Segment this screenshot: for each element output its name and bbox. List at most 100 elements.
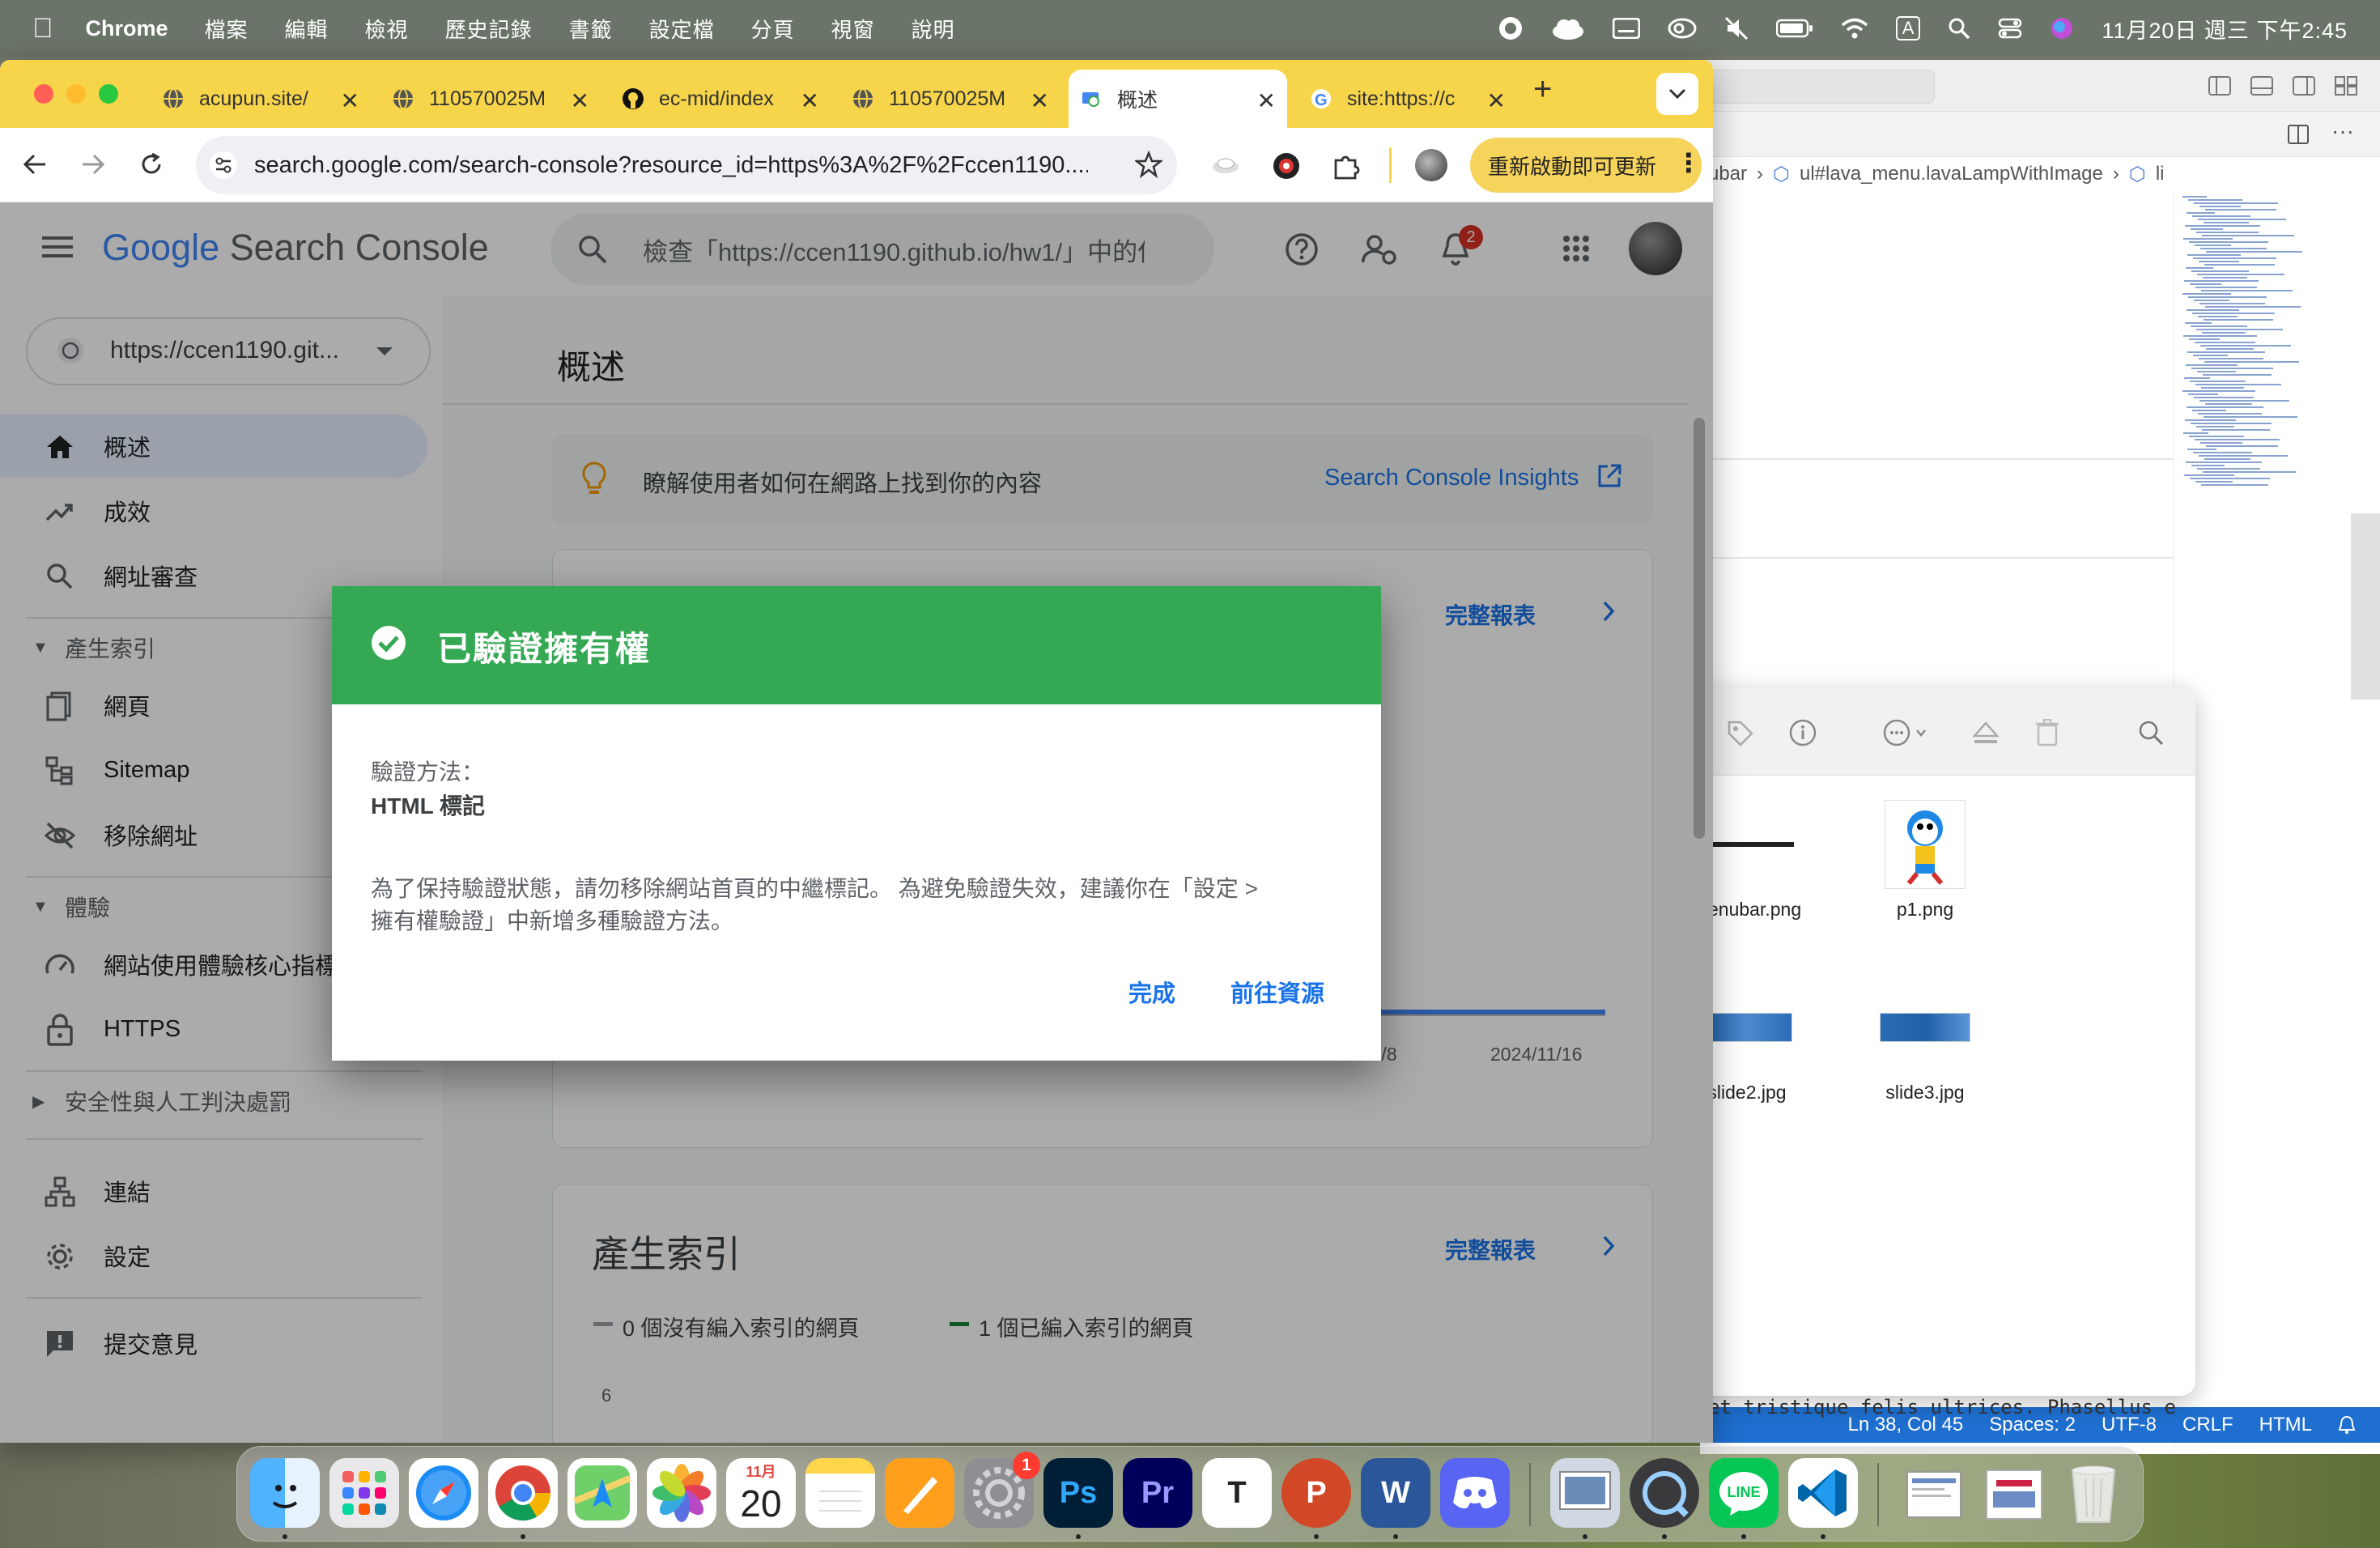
notes-app-icon[interactable] <box>805 1458 875 1528</box>
window-zoom-button[interactable] <box>99 84 118 104</box>
menubar-clock[interactable]: 11月20日 週三 下午2:45 <box>2102 13 2348 45</box>
premiere-app-icon[interactable]: Pr <box>1123 1458 1192 1528</box>
status-eol[interactable]: CRLF <box>2182 1414 2233 1436</box>
powerpoint-app-icon[interactable]: P <box>1281 1458 1351 1528</box>
editor-minimap[interactable] <box>2174 191 2380 1454</box>
control-center-icon[interactable] <box>1998 16 2022 40</box>
more-menu-icon[interactable]: ⋮ <box>1676 147 1702 178</box>
more-actions-icon[interactable]: ··· <box>2331 118 2354 144</box>
tab-close-icon[interactable]: ✕ <box>571 87 589 114</box>
toggle-primary-sidebar-icon[interactable] <box>2208 76 2231 96</box>
launchpad-app-icon[interactable] <box>329 1458 399 1528</box>
more-options-icon[interactable] <box>1883 719 1928 746</box>
vscode-app-icon[interactable] <box>1788 1458 1858 1528</box>
creative-cloud-icon[interactable] <box>1668 17 1697 40</box>
grammarly-icon[interactable] <box>1498 15 1524 41</box>
go-to-property-button[interactable]: 前往資源 <box>1230 975 1324 1009</box>
photos-app-icon[interactable] <box>647 1458 716 1528</box>
file-item[interactable]: slide3.jpg <box>1860 983 1990 1104</box>
quicktime-app-icon[interactable] <box>1630 1458 1699 1528</box>
photoshop-app-icon[interactable]: Ps <box>1043 1458 1113 1528</box>
battery-icon[interactable] <box>1775 19 1813 38</box>
editor-command-center[interactable] <box>1708 70 1935 104</box>
menu-history[interactable]: 歷史記錄 <box>445 14 533 44</box>
wifi-icon[interactable] <box>1841 17 1868 40</box>
documents-stack-icon[interactable] <box>1979 1458 2049 1528</box>
maps-app-icon[interactable] <box>567 1458 637 1528</box>
window-close-button[interactable] <box>34 84 53 104</box>
line-app-icon[interactable]: LINE <box>1709 1458 1779 1528</box>
info-icon[interactable] <box>1789 719 1817 746</box>
discord-app-icon[interactable] <box>1440 1458 1510 1528</box>
menu-view[interactable]: 檢視 <box>365 14 409 44</box>
finder-app-icon[interactable] <box>250 1458 320 1528</box>
typora-app-icon[interactable]: T <box>1202 1458 1272 1528</box>
trash-icon[interactable] <box>2035 719 2059 746</box>
menu-file[interactable]: 檔案 <box>205 14 249 44</box>
keyboard-icon[interactable] <box>1612 18 1640 39</box>
tab-search-button[interactable] <box>1656 73 1698 115</box>
spotlight-search-icon[interactable] <box>1948 17 1970 40</box>
word-app-icon[interactable]: W <box>1361 1458 1430 1528</box>
browser-tab[interactable]: acupun.site/ ✕ <box>151 70 371 128</box>
tab-close-icon[interactable]: ✕ <box>1031 87 1049 114</box>
toggle-panel-icon[interactable] <box>2250 76 2273 96</box>
tab-close-icon[interactable]: ✕ <box>801 87 819 114</box>
input-source-indicator[interactable]: A <box>1895 16 1921 40</box>
customize-layout-icon[interactable] <box>2335 76 2357 96</box>
safari-app-icon[interactable] <box>409 1458 478 1528</box>
siri-icon[interactable] <box>2050 16 2074 40</box>
notifications-bell-icon[interactable] <box>2338 1415 2356 1435</box>
tab-close-icon[interactable]: ✕ <box>1487 87 1506 114</box>
browser-tab[interactable]: 110570025M ✕ <box>840 70 1060 128</box>
browser-tab[interactable]: ec-mid/index ✕ <box>610 70 831 128</box>
screen-recorder-extension-icon[interactable] <box>1273 152 1300 180</box>
icloud-icon[interactable] <box>1551 17 1585 40</box>
tab-close-icon[interactable]: ✕ <box>1257 87 1276 114</box>
preview-app-icon[interactable] <box>1550 1458 1620 1528</box>
tab-close-icon[interactable]: ✕ <box>341 87 359 114</box>
menu-app-name[interactable]: Chrome <box>86 16 168 41</box>
menu-window[interactable]: 視窗 <box>831 14 875 44</box>
trash-app-icon[interactable] <box>2059 1458 2128 1528</box>
extensions-puzzle-icon[interactable] <box>1332 152 1360 180</box>
site-info-icon[interactable] <box>209 151 238 180</box>
done-button[interactable]: 完成 <box>1128 975 1175 1009</box>
apple-icon[interactable]:  <box>32 13 53 45</box>
breadcrumb-item[interactable]: li <box>2156 163 2165 185</box>
eject-icon[interactable] <box>1972 721 2000 745</box>
search-icon[interactable] <box>2137 719 2165 746</box>
browser-tab-active[interactable]: 概述 ✕ <box>1069 70 1287 128</box>
window-minimize-button[interactable] <box>66 84 86 104</box>
tag-icon[interactable] <box>1726 719 1755 748</box>
url-text[interactable]: search.google.com/search-console?resourc… <box>254 152 1088 179</box>
back-icon[interactable] <box>23 152 47 176</box>
update-chrome-button[interactable]: 重新啟動即可更新 ⋮ <box>1470 138 1702 193</box>
profile-avatar[interactable] <box>1415 149 1447 181</box>
address-bar[interactable]: search.google.com/search-console?resourc… <box>196 136 1177 194</box>
minimap-slider[interactable] <box>2351 513 2380 700</box>
system-settings-app-icon[interactable]: 1 <box>964 1452 1040 1528</box>
extension-icon[interactable] <box>1211 154 1240 176</box>
calendar-app-icon[interactable]: 11月 20 <box>726 1458 796 1528</box>
forward-icon[interactable] <box>81 152 105 176</box>
reload-icon[interactable] <box>139 152 164 176</box>
bookmark-star-icon[interactable] <box>1135 151 1162 178</box>
downloads-stack-icon[interactable] <box>1900 1458 1970 1528</box>
file-item[interactable]: p1.png <box>1860 800 1990 921</box>
chrome-app-icon[interactable] <box>488 1458 558 1528</box>
toggle-secondary-sidebar-icon[interactable] <box>2293 76 2315 96</box>
menu-profiles[interactable]: 設定檔 <box>649 14 715 44</box>
menu-help[interactable]: 說明 <box>912 14 955 44</box>
menu-edit[interactable]: 編輯 <box>285 14 329 44</box>
new-tab-button[interactable]: + <box>1533 71 1552 108</box>
status-language[interactable]: HTML <box>2259 1414 2312 1436</box>
menu-tab[interactable]: 分頁 <box>751 14 795 44</box>
mute-icon[interactable] <box>1724 16 1749 40</box>
pages-app-icon[interactable] <box>885 1458 954 1528</box>
menu-bookmarks[interactable]: 書籤 <box>569 14 613 44</box>
breadcrumb-item[interactable]: ubar <box>1708 163 1747 185</box>
browser-tab[interactable]: 110570025M ✕ <box>380 70 601 128</box>
breadcrumb-item[interactable]: ul#lava_menu.lavaLampWithImage <box>1800 163 2103 185</box>
browser-tab[interactable]: G site:https://c ✕ <box>1298 70 1517 128</box>
